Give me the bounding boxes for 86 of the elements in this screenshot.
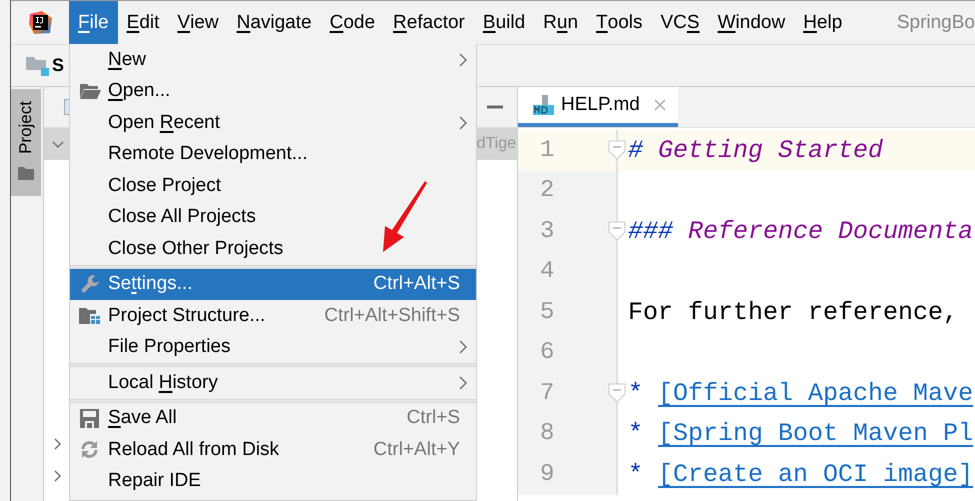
menu-item-label: Project Structure... — [108, 304, 266, 327]
tab-label: Project — [16, 101, 36, 154]
menu-item[interactable]: View — [168, 1, 228, 44]
save-icon — [80, 408, 99, 428]
line-number: 5 — [540, 298, 554, 326]
link-text[interactable]: [Spring Boot Maven Pl — [658, 419, 974, 448]
menu-item[interactable]: Open... — [70, 76, 476, 107]
editor-tab[interactable]: HELP.md — [518, 87, 678, 127]
line-number: 9 — [540, 460, 554, 488]
markdown-file-icon — [532, 94, 554, 116]
code-text: For further reference, — [628, 298, 958, 327]
menu-item-label: Repair IDE — [108, 470, 201, 492]
menu-item[interactable]: New — [70, 44, 476, 76]
window-title: SpringBo — [896, 12, 975, 34]
fold-icon[interactable] — [608, 140, 626, 160]
menu-item-label: Close All Projects — [108, 206, 256, 228]
heading-mark: # — [628, 136, 644, 165]
menu-item-label: New — [108, 48, 146, 71]
menu-item[interactable]: Save All Ctrl+S — [70, 402, 476, 434]
minimize-icon[interactable] — [487, 105, 503, 109]
shortcut-label: Ctrl+Alt+Y — [373, 438, 460, 461]
project-tool-tab[interactable]: Project — [11, 89, 41, 196]
menu-item[interactable]: Close Project — [70, 170, 476, 202]
fold-icon[interactable] — [608, 221, 626, 241]
menu-item[interactable]: Reload All from Disk Ctrl+Alt+Y — [70, 434, 476, 466]
menu-item[interactable]: Local History — [70, 367, 476, 398]
line-number: 6 — [540, 339, 554, 366]
menu-item[interactable]: File — [69, 1, 118, 44]
bullet-mark: * — [628, 419, 644, 448]
wrench-icon — [80, 274, 100, 294]
menu-item-label: Local History — [108, 372, 218, 394]
link-text[interactable]: [Official Apache Mave — [658, 378, 974, 408]
menu-item[interactable]: Code — [320, 1, 384, 44]
menu-item[interactable]: Help — [794, 1, 852, 44]
menu-item[interactable]: Close All Projects — [70, 202, 476, 233]
tab-label: HELP.md — [561, 94, 640, 116]
menu-item[interactable]: Edit — [118, 1, 168, 44]
menu-item-label: Remote Development... — [108, 143, 308, 166]
menu-item-label: Settings... — [108, 273, 193, 296]
bullet-mark: * — [628, 460, 644, 489]
line-number: 1 — [540, 136, 554, 164]
shortcut-label: Ctrl+Alt+Shift+S — [324, 304, 460, 327]
menu-item[interactable]: Navigate — [228, 1, 321, 44]
bullet-mark: * — [628, 378, 644, 408]
menu-item-label: Save All — [108, 407, 177, 430]
menu-item[interactable]: Run — [534, 1, 588, 44]
link-text[interactable]: [Create an OCI image] — [658, 460, 974, 489]
menu-item[interactable]: Project Structure... Ctrl+Alt+Shift+S — [70, 300, 476, 332]
menu-item-label: Open... — [108, 80, 170, 102]
menu-item[interactable]: Close Other Projects — [70, 233, 476, 264]
menu-item[interactable]: Refactor — [384, 1, 474, 44]
menu-item[interactable]: Open Recent — [70, 107, 476, 138]
shortcut-label: Ctrl+S — [406, 407, 460, 430]
menu-item-label: Open Recent — [108, 112, 220, 134]
menu-item-label: Close Other Projects — [108, 238, 284, 260]
menu-item[interactable]: Window — [708, 1, 794, 44]
heading-text: Reference Documenta — [687, 216, 974, 246]
menu-item[interactable]: VCS — [652, 1, 709, 44]
folder-icon — [78, 82, 100, 100]
line-number: 8 — [540, 420, 554, 448]
app-logo-icon[interactable] — [28, 10, 53, 35]
project-folder-icon — [26, 54, 50, 76]
menu-item-label: Reload All from Disk — [108, 438, 280, 461]
line-number: 2 — [540, 177, 554, 204]
reload-icon — [80, 440, 99, 460]
project-structure-icon — [79, 306, 100, 325]
fold-icon[interactable] — [608, 383, 626, 403]
heading-text: Getting Started — [657, 136, 884, 165]
line-number: 3 — [540, 218, 554, 245]
shortcut-label: Ctrl+Alt+S — [373, 273, 460, 296]
menu-item[interactable]: Tools — [587, 1, 652, 44]
folder-icon — [18, 166, 34, 180]
tree-item-label: dTige — [476, 135, 517, 153]
heading-mark: ### — [628, 216, 674, 246]
line-number: 7 — [540, 380, 554, 407]
project-name[interactable]: S — [52, 55, 64, 76]
menu-item[interactable]: Build — [474, 1, 534, 44]
line-number: 4 — [540, 258, 554, 286]
menu-item-label: Close Project — [108, 174, 221, 197]
menu-item[interactable]: File Properties — [70, 332, 476, 363]
menu-item-label: File Properties — [108, 336, 230, 358]
annotation-arrow — [383, 181, 427, 252]
close-icon[interactable] — [654, 99, 666, 111]
menu-item[interactable]: Settings... Ctrl+Alt+S — [70, 268, 476, 300]
menu-item[interactable]: Repair IDE — [70, 466, 476, 497]
menu-item[interactable]: Remote Development... — [70, 138, 476, 170]
